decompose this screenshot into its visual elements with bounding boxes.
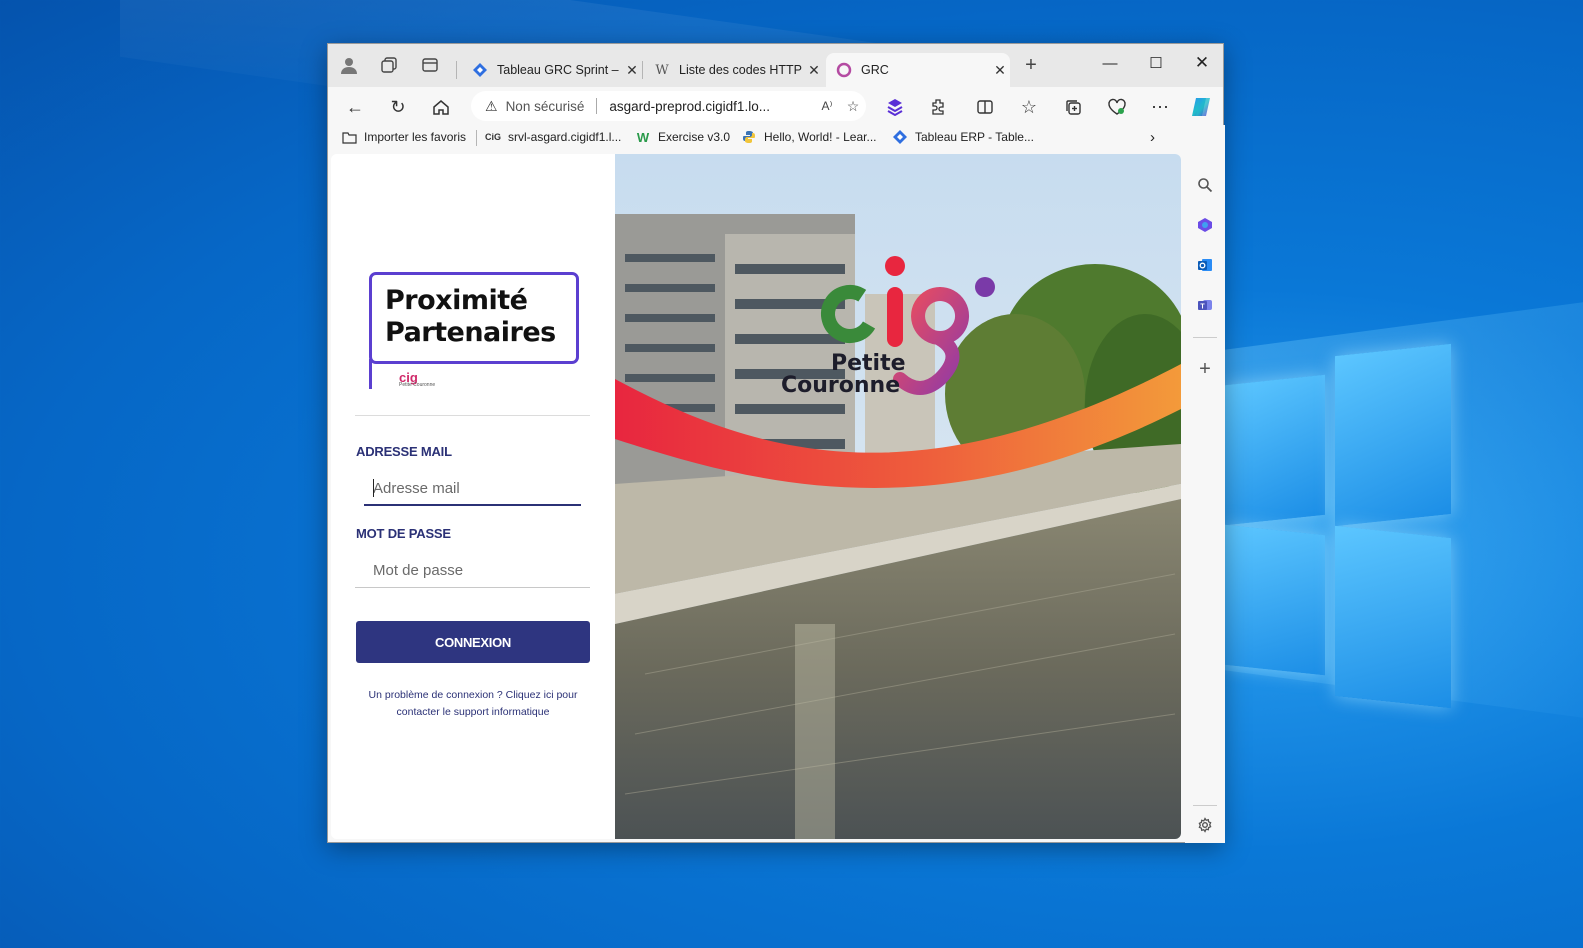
tab-title: Tableau GRC Sprint – T [497,63,622,77]
tab-codes-http[interactable]: W Liste des codes HTTP – ✕ [644,53,824,87]
tab-bar: Tableau GRC Sprint – T ✕ W Liste des cod… [328,44,1223,87]
w-logo-icon: W [636,129,650,145]
password-field[interactable] [364,553,581,587]
favorite-tableau-erp[interactable]: Tableau ERP - Table... [892,129,1034,145]
divider [355,415,590,416]
close-window-icon[interactable]: ✕ [1179,48,1225,78]
url-text[interactable]: asgard-preprod.cigidf1.lo... [609,99,814,114]
back-icon[interactable]: ← [342,94,368,120]
extension-layers-icon[interactable] [882,94,908,120]
favorite-label: Tableau ERP - Table... [915,130,1034,144]
teams-icon[interactable]: T [1193,293,1217,317]
search-icon[interactable] [1193,173,1217,197]
proximite-partenaires-logo: Proximité Partenaires [369,272,579,364]
logo-line-2: Partenaires [385,317,556,348]
logo-line-1: Proximité [385,285,528,316]
wikipedia-icon: W [655,62,669,78]
minimize-icon[interactable]: — [1087,48,1133,78]
svg-text:T: T [1200,304,1205,311]
jira-diamond-icon [472,62,488,78]
browser-window: Tableau GRC Sprint – T ✕ W Liste des cod… [327,43,1225,843]
add-sidebar-icon[interactable]: + [1193,357,1217,381]
close-tab-icon[interactable]: ✕ [990,62,1010,79]
connexion-button[interactable]: CONNEXION [356,621,590,663]
favorite-label: Exercise v3.0 [658,130,731,144]
close-tab-icon[interactable]: ✕ [622,62,642,79]
import-icon [341,129,357,145]
favorite-srvl-asgard[interactable]: CiG srvl-asgard.cigidf1.l... [485,129,621,145]
support-help-link[interactable]: Un problème de connexion ? Cliquez ici p… [356,687,590,721]
read-aloud-icon[interactable]: A⁾ [814,99,840,113]
building-water-photo: Petite Couronne [615,154,1181,839]
settings-gear-icon[interactable] [1193,813,1217,837]
omnibox[interactable]: ⚠ Non sécurisé asgard-preprod.cigidf1.lo… [471,91,866,121]
password-label: MOT DE PASSE [356,526,451,541]
split-screen-icon[interactable] [972,94,998,120]
maximize-icon[interactable]: ☐ [1133,48,1179,78]
page-viewport: Proximité Partenaires cig Petite Couronn… [331,154,1181,839]
password-underline [355,587,590,588]
tab-title: Liste des codes HTTP – [679,63,804,77]
windows-logo [1225,343,1451,709]
home-icon[interactable] [428,94,454,120]
favorite-hello-world[interactable]: Hello, World! - Lear... [741,129,877,145]
tab-actions-icon[interactable] [419,54,441,76]
browser-essentials-icon[interactable] [1104,94,1130,120]
cig-icon: CiG [485,132,502,142]
edge-sidebar: T + [1185,125,1225,843]
hero-image: Petite Couronne [615,154,1181,839]
grc-ring-icon [836,62,852,78]
favorite-star-icon[interactable]: ☆ [840,98,866,115]
profile-icon[interactable] [338,54,360,76]
more-menu-icon[interactable]: ⋯ [1147,94,1173,120]
new-tab-icon[interactable]: + [1020,54,1042,76]
favorites-bar: Importer les favoris CiG srvl-asgard.cig… [328,125,1223,151]
email-field[interactable] [364,471,581,505]
cig-mini-subtext: Petite Couronne [399,382,436,388]
favorites-icon[interactable]: ☆ [1016,94,1042,120]
warning-icon[interactable]: ⚠ [485,98,498,115]
copilot-icon[interactable] [1188,94,1214,120]
tab-grc[interactable]: GRC ✕ [826,53,1010,87]
outlook-icon[interactable] [1193,253,1217,277]
favorite-label: Hello, World! - Lear... [764,130,877,144]
email-underline [364,504,581,506]
tab-title: GRC [861,63,889,77]
favorites-overflow-chevron-icon[interactable]: › [1150,129,1155,146]
brand-line-2: Couronne [781,373,900,398]
login-panel: Proximité Partenaires cig Petite Couronn… [331,154,615,839]
email-label: ADRESSE MAIL [356,444,452,459]
collections-icon[interactable] [1060,94,1086,120]
address-bar: ← ↻ ⚠ Non sécurisé asgard-preprod.cigidf… [328,87,1223,125]
python-icon [741,129,757,145]
text-caret [373,479,374,497]
security-label[interactable]: Non sécurisé [506,99,585,114]
jira-diamond-icon [892,129,908,145]
close-tab-icon[interactable]: ✕ [804,62,824,79]
favorite-exercise[interactable]: W Exercise v3.0 [635,129,730,145]
refresh-icon[interactable]: ↻ [385,94,411,120]
workspaces-icon[interactable] [378,54,400,76]
cig-mini-logo: cig Petite Couronne [399,370,435,388]
logo-speech-tail [369,359,381,389]
favorite-import[interactable]: Importer les favoris [341,129,466,145]
copilot-sidebar-icon[interactable] [1193,213,1217,237]
extensions-icon[interactable] [925,94,951,120]
favorite-label: Importer les favoris [364,130,467,144]
tab-tableau-grc[interactable]: Tableau GRC Sprint – T ✕ [462,53,642,87]
favorite-label: srvl-asgard.cigidf1.l... [508,130,622,144]
